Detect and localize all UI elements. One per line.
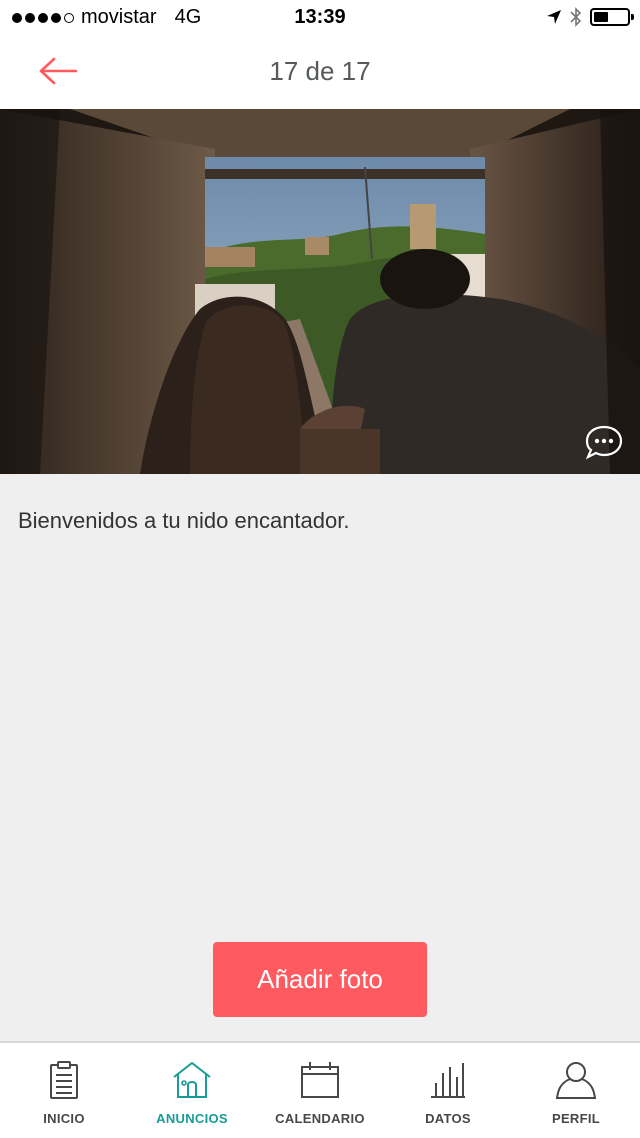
tab-label: DATOS (425, 1111, 471, 1126)
tab-label: PERFIL (551, 1111, 601, 1126)
add-photo-button[interactable]: Añadir foto (213, 942, 427, 1017)
battery-icon (590, 8, 634, 26)
tab-perfil[interactable]: PERFIL (512, 1043, 640, 1138)
tab-calendario[interactable]: CALENDARIO (256, 1043, 384, 1138)
house-icon (173, 1061, 211, 1098)
tab-label: CALENDARIO (275, 1111, 365, 1126)
person-icon (555, 1062, 597, 1099)
location-arrow-icon (547, 10, 561, 24)
clipboard-icon (50, 1061, 78, 1099)
status-bar: movistar 4G 13:39 (0, 0, 640, 36)
clock: 13:39 (294, 6, 346, 28)
tab-anuncios[interactable]: ANUNCIOS (128, 1043, 256, 1138)
calendar-icon (301, 1062, 339, 1098)
listing-photo[interactable] (0, 109, 640, 474)
comment-button[interactable] (584, 424, 624, 460)
page-title: 17 de 17 (269, 56, 371, 86)
navigation-bar: 17 de 17 (0, 36, 640, 109)
tab-label: INICIO (43, 1111, 85, 1126)
photo-caption: Bienvenidos a tu nido encantador. (18, 508, 350, 533)
speech-bubble-icon (585, 425, 623, 460)
bar-chart-icon (431, 1063, 465, 1098)
tab-label: ANUNCIOS (156, 1111, 228, 1126)
photo-image (0, 109, 640, 474)
tab-datos[interactable]: DATOS (384, 1043, 512, 1138)
bluetooth-icon (570, 7, 582, 27)
tab-inicio[interactable]: INICIO (0, 1043, 128, 1138)
tab-bar: INICIO ANUNCIOS CALENDARIO DATOS PERFIL (0, 1041, 640, 1138)
